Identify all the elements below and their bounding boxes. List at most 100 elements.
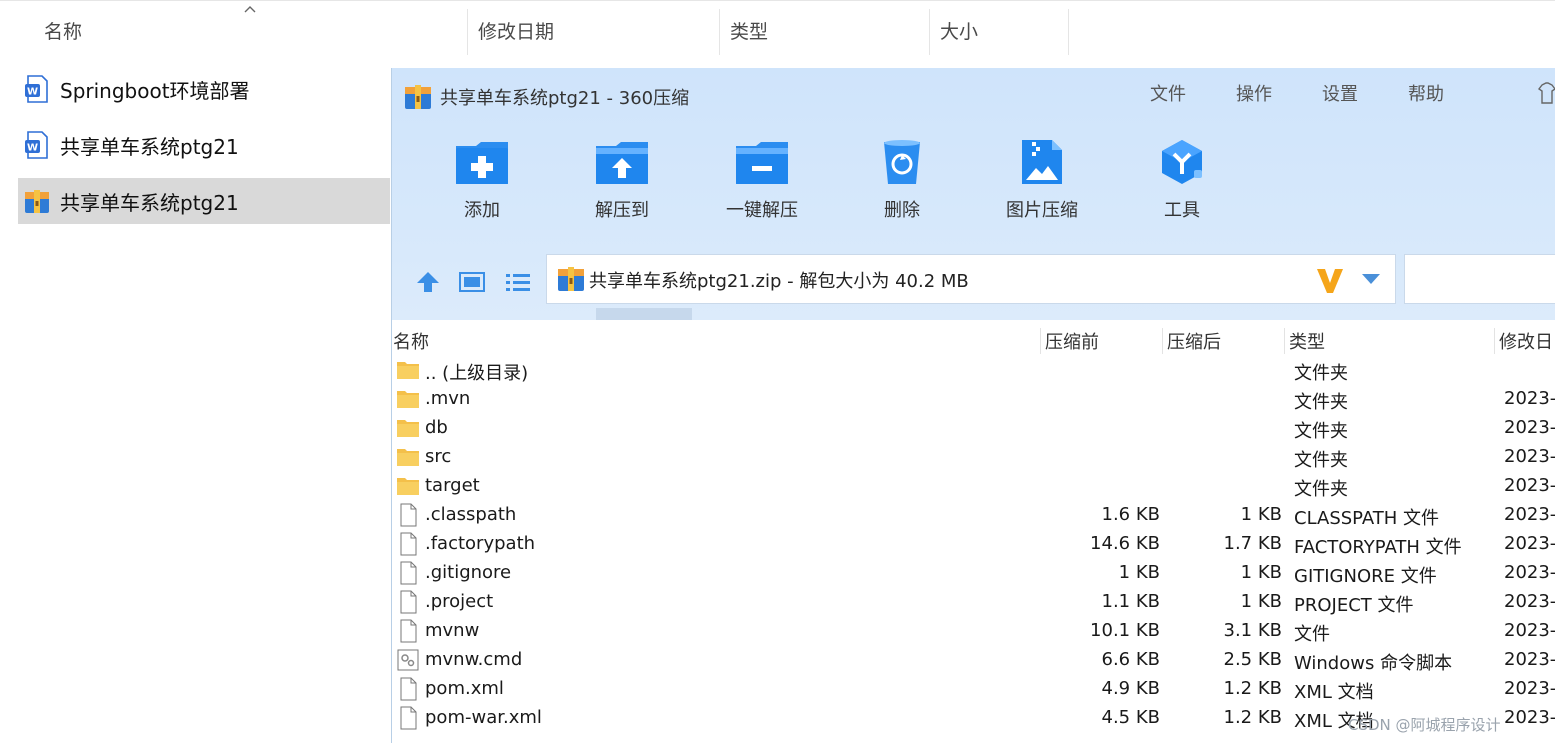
list-item[interactable]: .factorypath 14.6 KB 1.7 KB FACTORYPATH …	[392, 530, 1555, 559]
size-after: 1 KB	[1240, 562, 1282, 583]
v-logo-icon[interactable]	[1315, 265, 1345, 295]
skin-icon[interactable]	[1538, 82, 1555, 104]
modified-date: 2023-	[1504, 533, 1555, 554]
image-compress-button[interactable]: 图片压缩	[987, 138, 1097, 228]
delete-button[interactable]: 删除	[847, 138, 957, 228]
size-after: 1.7 KB	[1223, 533, 1283, 554]
path-text: 共享单车系统ptg21.zip - 解包大小为 40.2 MB	[589, 271, 969, 292]
size-before: 14.6 KB	[1090, 533, 1160, 554]
list-item[interactable]: pom.xml 4.9 KB 1.2 KB XML 文档 2023-	[392, 675, 1555, 704]
extract-folder-icon	[596, 142, 648, 184]
col-type[interactable]: 类型	[1284, 328, 1325, 354]
add-folder-icon	[456, 142, 508, 184]
file-type: 文件夹	[1294, 479, 1348, 500]
list-item[interactable]: .. (上级目录) 文件夹	[392, 356, 1555, 385]
file-name: .. (上级目录)	[425, 363, 529, 384]
tools-button[interactable]: 工具	[1127, 138, 1237, 228]
menu-settings[interactable]: 设置	[1322, 80, 1358, 106]
menu-help[interactable]: 帮助	[1408, 80, 1444, 106]
list-item[interactable]: mvnw.cmd 6.6 KB 2.5 KB Windows 命令脚本 2023…	[392, 646, 1555, 675]
list-view-icon[interactable]	[504, 270, 532, 294]
file-type: 文件	[1294, 624, 1330, 645]
chevron-down-icon[interactable]	[1361, 273, 1381, 285]
extract-to-button[interactable]: 解压到	[567, 138, 677, 228]
file-icon	[400, 677, 417, 701]
explorer-file-item[interactable]: W Springboot环境部署	[18, 66, 390, 112]
file-name: mvnw	[425, 620, 480, 641]
file-name: db	[425, 417, 448, 438]
archive-icon	[405, 85, 431, 109]
thumbnail-view-icon[interactable]	[458, 270, 486, 294]
list-item[interactable]: .classpath 1.6 KB 1 KB CLASSPATH 文件 2023…	[392, 501, 1555, 530]
size-before: 4.5 KB	[1101, 707, 1161, 728]
explorer-col-modified[interactable]: 修改日期	[467, 9, 719, 55]
zip-titlebar: 共享单车系统ptg21 - 360压缩 文件 操作 设置 帮助	[392, 68, 1555, 124]
size-after: 3.1 KB	[1223, 620, 1283, 641]
extract-to-label: 解压到	[595, 200, 649, 221]
menu-operate[interactable]: 操作	[1236, 80, 1272, 106]
folder-icon	[397, 391, 419, 408]
path-field[interactable]: 共享单车系统ptg21.zip - 解包大小为 40.2 MB	[546, 254, 1396, 304]
explorer-col-type[interactable]: 类型	[719, 9, 929, 55]
explorer-col-name[interactable]: 名称	[34, 9, 466, 55]
one-click-extract-label: 一键解压	[726, 200, 798, 221]
svg-text:W: W	[27, 143, 38, 154]
up-arrow-icon[interactable]	[414, 270, 442, 294]
file-name: .project	[425, 591, 494, 612]
file-icon	[400, 532, 417, 556]
explorer-file-name: Springboot环境部署	[60, 78, 250, 103]
col-size-before[interactable]: 压缩前	[1040, 328, 1099, 354]
file-type: XML 文档	[1294, 682, 1374, 703]
folder-icon	[397, 449, 419, 466]
modified-date: 2023-	[1504, 562, 1555, 583]
modified-date: 2023-	[1504, 504, 1555, 525]
explorer-file-item[interactable]: W 共享单车系统ptg21	[18, 122, 390, 168]
list-item[interactable]: .project 1.1 KB 1 KB PROJECT 文件 2023-	[392, 588, 1555, 617]
file-type: PROJECT 文件	[1294, 595, 1414, 616]
size-after: 1 KB	[1240, 591, 1282, 612]
archive-icon	[25, 190, 49, 213]
col-modified[interactable]: 修改日	[1494, 328, 1553, 354]
modified-date: 2023-	[1504, 475, 1555, 496]
size-before: 4.9 KB	[1101, 678, 1161, 699]
delete-label: 删除	[884, 200, 920, 221]
file-name: pom.xml	[425, 678, 504, 699]
folder-icon	[397, 362, 419, 379]
modified-date: 2023-	[1504, 417, 1555, 438]
size-after: 1.2 KB	[1223, 678, 1283, 699]
image-compress-label: 图片压缩	[1006, 200, 1078, 221]
list-item[interactable]: db 文件夹 2023-	[392, 414, 1555, 443]
wps-doc-icon: W	[25, 131, 48, 159]
archive-icon	[558, 267, 584, 291]
file-icon	[400, 503, 417, 527]
list-item[interactable]: .mvn 文件夹 2023-	[392, 385, 1555, 414]
search-input[interactable]	[1404, 254, 1555, 304]
horizontal-scrollbar-thumb[interactable]	[596, 308, 692, 320]
recycle-bin-icon	[884, 140, 920, 184]
col-size-after[interactable]: 压缩后	[1162, 328, 1221, 354]
modified-date: 2023-	[1504, 620, 1555, 641]
wps-doc-icon: W	[25, 75, 48, 103]
tools-icon	[1162, 140, 1202, 184]
menu-file[interactable]: 文件	[1150, 80, 1186, 106]
script-file-icon	[397, 649, 419, 671]
one-click-extract-button[interactable]: 一键解压	[707, 138, 817, 228]
size-before: 6.6 KB	[1101, 649, 1161, 670]
zip-window: 共享单车系统ptg21 - 360压缩 文件 操作 设置 帮助 添加 解压到 一…	[391, 68, 1555, 743]
modified-date: 2023-	[1504, 707, 1555, 728]
explorer-file-item-selected[interactable]: 共享单车系统ptg21	[18, 178, 390, 224]
size-before: 1.6 KB	[1101, 504, 1161, 525]
window-title: 共享单车系统ptg21 - 360压缩	[440, 88, 690, 109]
col-name[interactable]: 名称	[393, 328, 429, 354]
modified-date: 2023-	[1504, 591, 1555, 612]
list-item[interactable]: src 文件夹 2023-	[392, 443, 1555, 472]
explorer-col-size[interactable]: 大小	[929, 9, 1069, 55]
file-type: Windows 命令脚本	[1294, 653, 1453, 674]
list-item[interactable]: .gitignore 1 KB 1 KB GITIGNORE 文件 2023-	[392, 559, 1555, 588]
folder-icon	[397, 478, 419, 495]
list-item[interactable]: mvnw 10.1 KB 3.1 KB 文件 2023-	[392, 617, 1555, 646]
file-type: GITIGNORE 文件	[1294, 566, 1437, 587]
add-button[interactable]: 添加	[427, 138, 537, 228]
address-bar: 共享单车系统ptg21.zip - 解包大小为 40.2 MB	[392, 254, 1555, 320]
list-item[interactable]: target 文件夹 2023-	[392, 472, 1555, 501]
